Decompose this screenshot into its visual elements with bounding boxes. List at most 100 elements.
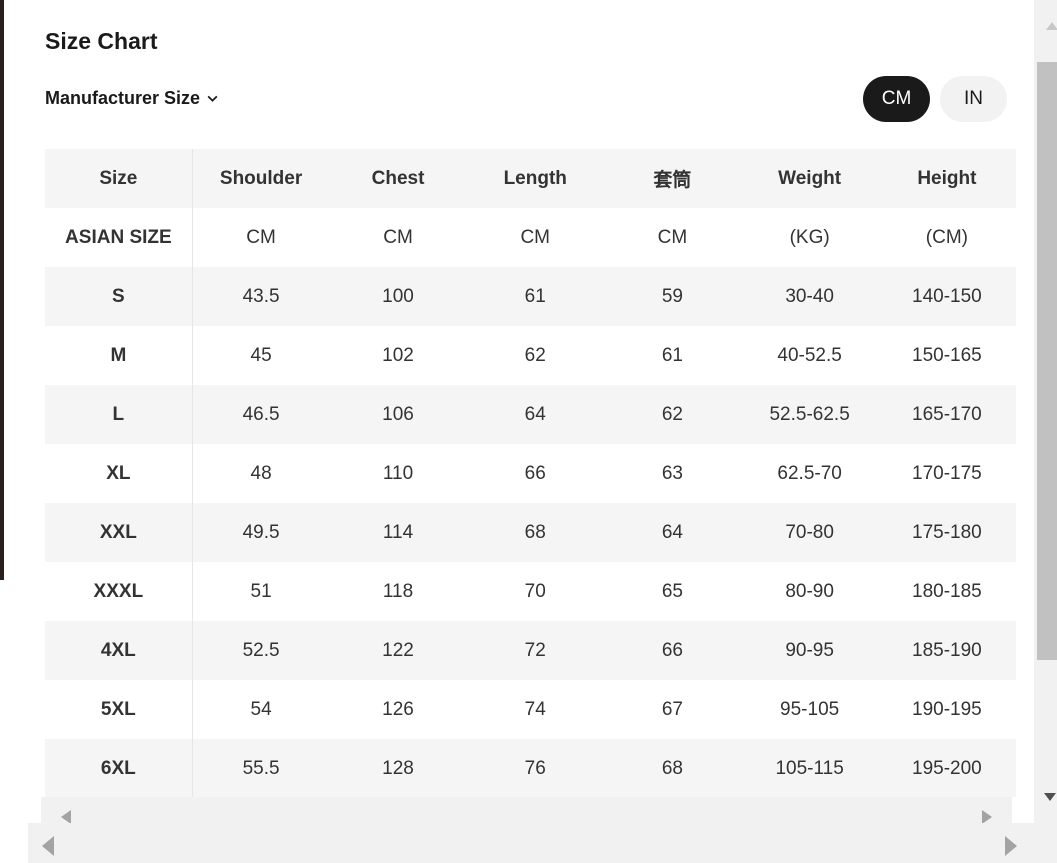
size-cell: 5XL <box>45 680 193 739</box>
table-cell: 114 <box>329 503 467 562</box>
unit-in-button[interactable]: IN <box>940 76 1007 122</box>
table-cell: 72 <box>466 621 604 680</box>
table-cell: 106 <box>329 385 467 444</box>
table-cell: 68 <box>603 739 742 797</box>
size-cell: S <box>45 267 193 326</box>
table-cell: 128 <box>329 739 467 797</box>
table-cell: 30-40 <box>741 267 879 326</box>
manufacturer-size-label: Manufacturer Size <box>45 88 201 108</box>
table-row: XXL 49.5 114 68 64 70-80 175-180 <box>45 503 1016 562</box>
table-cell: 74 <box>466 680 604 739</box>
vertical-scrollbar-thumb[interactable] <box>1037 62 1057 660</box>
unit-toggle: CM IN <box>863 76 1007 122</box>
table-cell: 61 <box>603 326 742 385</box>
vertical-scrollbar[interactable] <box>1034 0 1057 863</box>
table-row: 6XL 55.5 128 76 68 105-115 195-200 <box>45 739 1016 797</box>
table-cell: 62 <box>466 326 604 385</box>
table-cell: 48 <box>192 444 330 503</box>
column-header: Shoulder <box>192 149 330 208</box>
table-cell: 66 <box>466 444 604 503</box>
size-cell: L <box>45 385 193 444</box>
table-cell: 90-95 <box>741 621 879 680</box>
table-row: L 46.5 106 64 62 52.5-62.5 165-170 <box>45 385 1016 444</box>
table-cell: 52.5 <box>192 621 330 680</box>
column-header: Weight <box>741 149 879 208</box>
table-cell: 55.5 <box>192 739 330 797</box>
column-header: Height <box>878 149 1016 208</box>
table-cell: 68 <box>466 503 604 562</box>
table-cell: 43.5 <box>192 267 330 326</box>
size-cell: 6XL <box>45 739 193 797</box>
page-title: Size Chart <box>45 28 158 54</box>
column-header: Size <box>45 149 193 208</box>
page-horizontal-scrollbar[interactable] <box>28 823 1034 863</box>
table-cell: CM <box>466 208 604 267</box>
table-cell: 95-105 <box>741 680 879 739</box>
size-table-container: Size Shoulder Chest Length 套筒 Weight Height AS… <box>45 149 1016 797</box>
manufacturer-size-dropdown[interactable]: Manufacturer Size <box>45 88 219 109</box>
table-cell: CM <box>329 208 467 267</box>
table-cell: 46.5 <box>192 385 330 444</box>
table-cell: 62 <box>603 385 742 444</box>
size-cell: ASIAN SIZE <box>45 208 193 267</box>
table-cell: 165-170 <box>878 385 1016 444</box>
table-row: M 45 102 62 61 40-52.5 150-165 <box>45 326 1016 385</box>
size-cell: XXL <box>45 503 193 562</box>
table-cell: 63 <box>603 444 742 503</box>
table-cell: 80-90 <box>741 562 879 621</box>
table-row: 4XL 52.5 122 72 66 90-95 185-190 <box>45 621 1016 680</box>
table-cell: 52.5-62.5 <box>741 385 879 444</box>
chevron-down-icon <box>207 95 218 102</box>
table-row: XL 48 110 66 63 62.5-70 170-175 <box>45 444 1016 503</box>
table-cell: 175-180 <box>878 503 1016 562</box>
table-cell: 64 <box>466 385 604 444</box>
table-cell: 190-195 <box>878 680 1016 739</box>
table-cell: 54 <box>192 680 330 739</box>
scroll-right-arrow-icon[interactable] <box>982 810 992 824</box>
table-cell: 170-175 <box>878 444 1016 503</box>
table-cell: 126 <box>329 680 467 739</box>
table-cell: 45 <box>192 326 330 385</box>
table-cell: 118 <box>329 562 467 621</box>
table-cell: 185-190 <box>878 621 1016 680</box>
table-cell: 70-80 <box>741 503 879 562</box>
table-cell: (CM) <box>878 208 1016 267</box>
unit-cm-button[interactable]: CM <box>863 76 930 122</box>
table-cell: 62.5-70 <box>741 444 879 503</box>
table-row: 5XL 54 126 74 67 95-105 190-195 <box>45 680 1016 739</box>
table-cell: 49.5 <box>192 503 330 562</box>
table-cell: CM <box>192 208 330 267</box>
table-row: XXXL 51 118 70 65 80-90 180-185 <box>45 562 1016 621</box>
table-cell: CM <box>603 208 742 267</box>
table-cell: 102 <box>329 326 467 385</box>
page-scroll-right-arrow-icon[interactable] <box>1005 836 1017 856</box>
size-cell: 4XL <box>45 621 193 680</box>
scroll-down-arrow-icon[interactable] <box>1044 793 1056 801</box>
size-cell: M <box>45 326 193 385</box>
table-cell: 100 <box>329 267 467 326</box>
table-cell: 105-115 <box>741 739 879 797</box>
table-cell: 180-185 <box>878 562 1016 621</box>
table-cell: 65 <box>603 562 742 621</box>
table-cell: 122 <box>329 621 467 680</box>
table-cell: 195-200 <box>878 739 1016 797</box>
scroll-up-arrow-icon[interactable] <box>1046 22 1057 30</box>
table-cell: 140-150 <box>878 267 1016 326</box>
scroll-left-arrow-icon[interactable] <box>61 810 71 824</box>
table-cell: 51 <box>192 562 330 621</box>
size-table: Size Shoulder Chest Length 套筒 Weight Height AS… <box>45 149 1016 797</box>
table-cell: 66 <box>603 621 742 680</box>
size-cell: XXXL <box>45 562 193 621</box>
page-scroll-left-arrow-icon[interactable] <box>42 836 54 856</box>
size-cell: XL <box>45 444 193 503</box>
table-row: S 43.5 100 61 59 30-40 140-150 <box>45 267 1016 326</box>
table-cell: 59 <box>603 267 742 326</box>
table-cell: (KG) <box>741 208 879 267</box>
table-header-row: Size Shoulder Chest Length 套筒 Weight Height <box>45 149 1016 208</box>
table-cell: 64 <box>603 503 742 562</box>
table-cell: 110 <box>329 444 467 503</box>
table-cell: 70 <box>466 562 604 621</box>
table-cell: 150-165 <box>878 326 1016 385</box>
table-cell: 67 <box>603 680 742 739</box>
column-header: 套筒 <box>603 149 742 208</box>
